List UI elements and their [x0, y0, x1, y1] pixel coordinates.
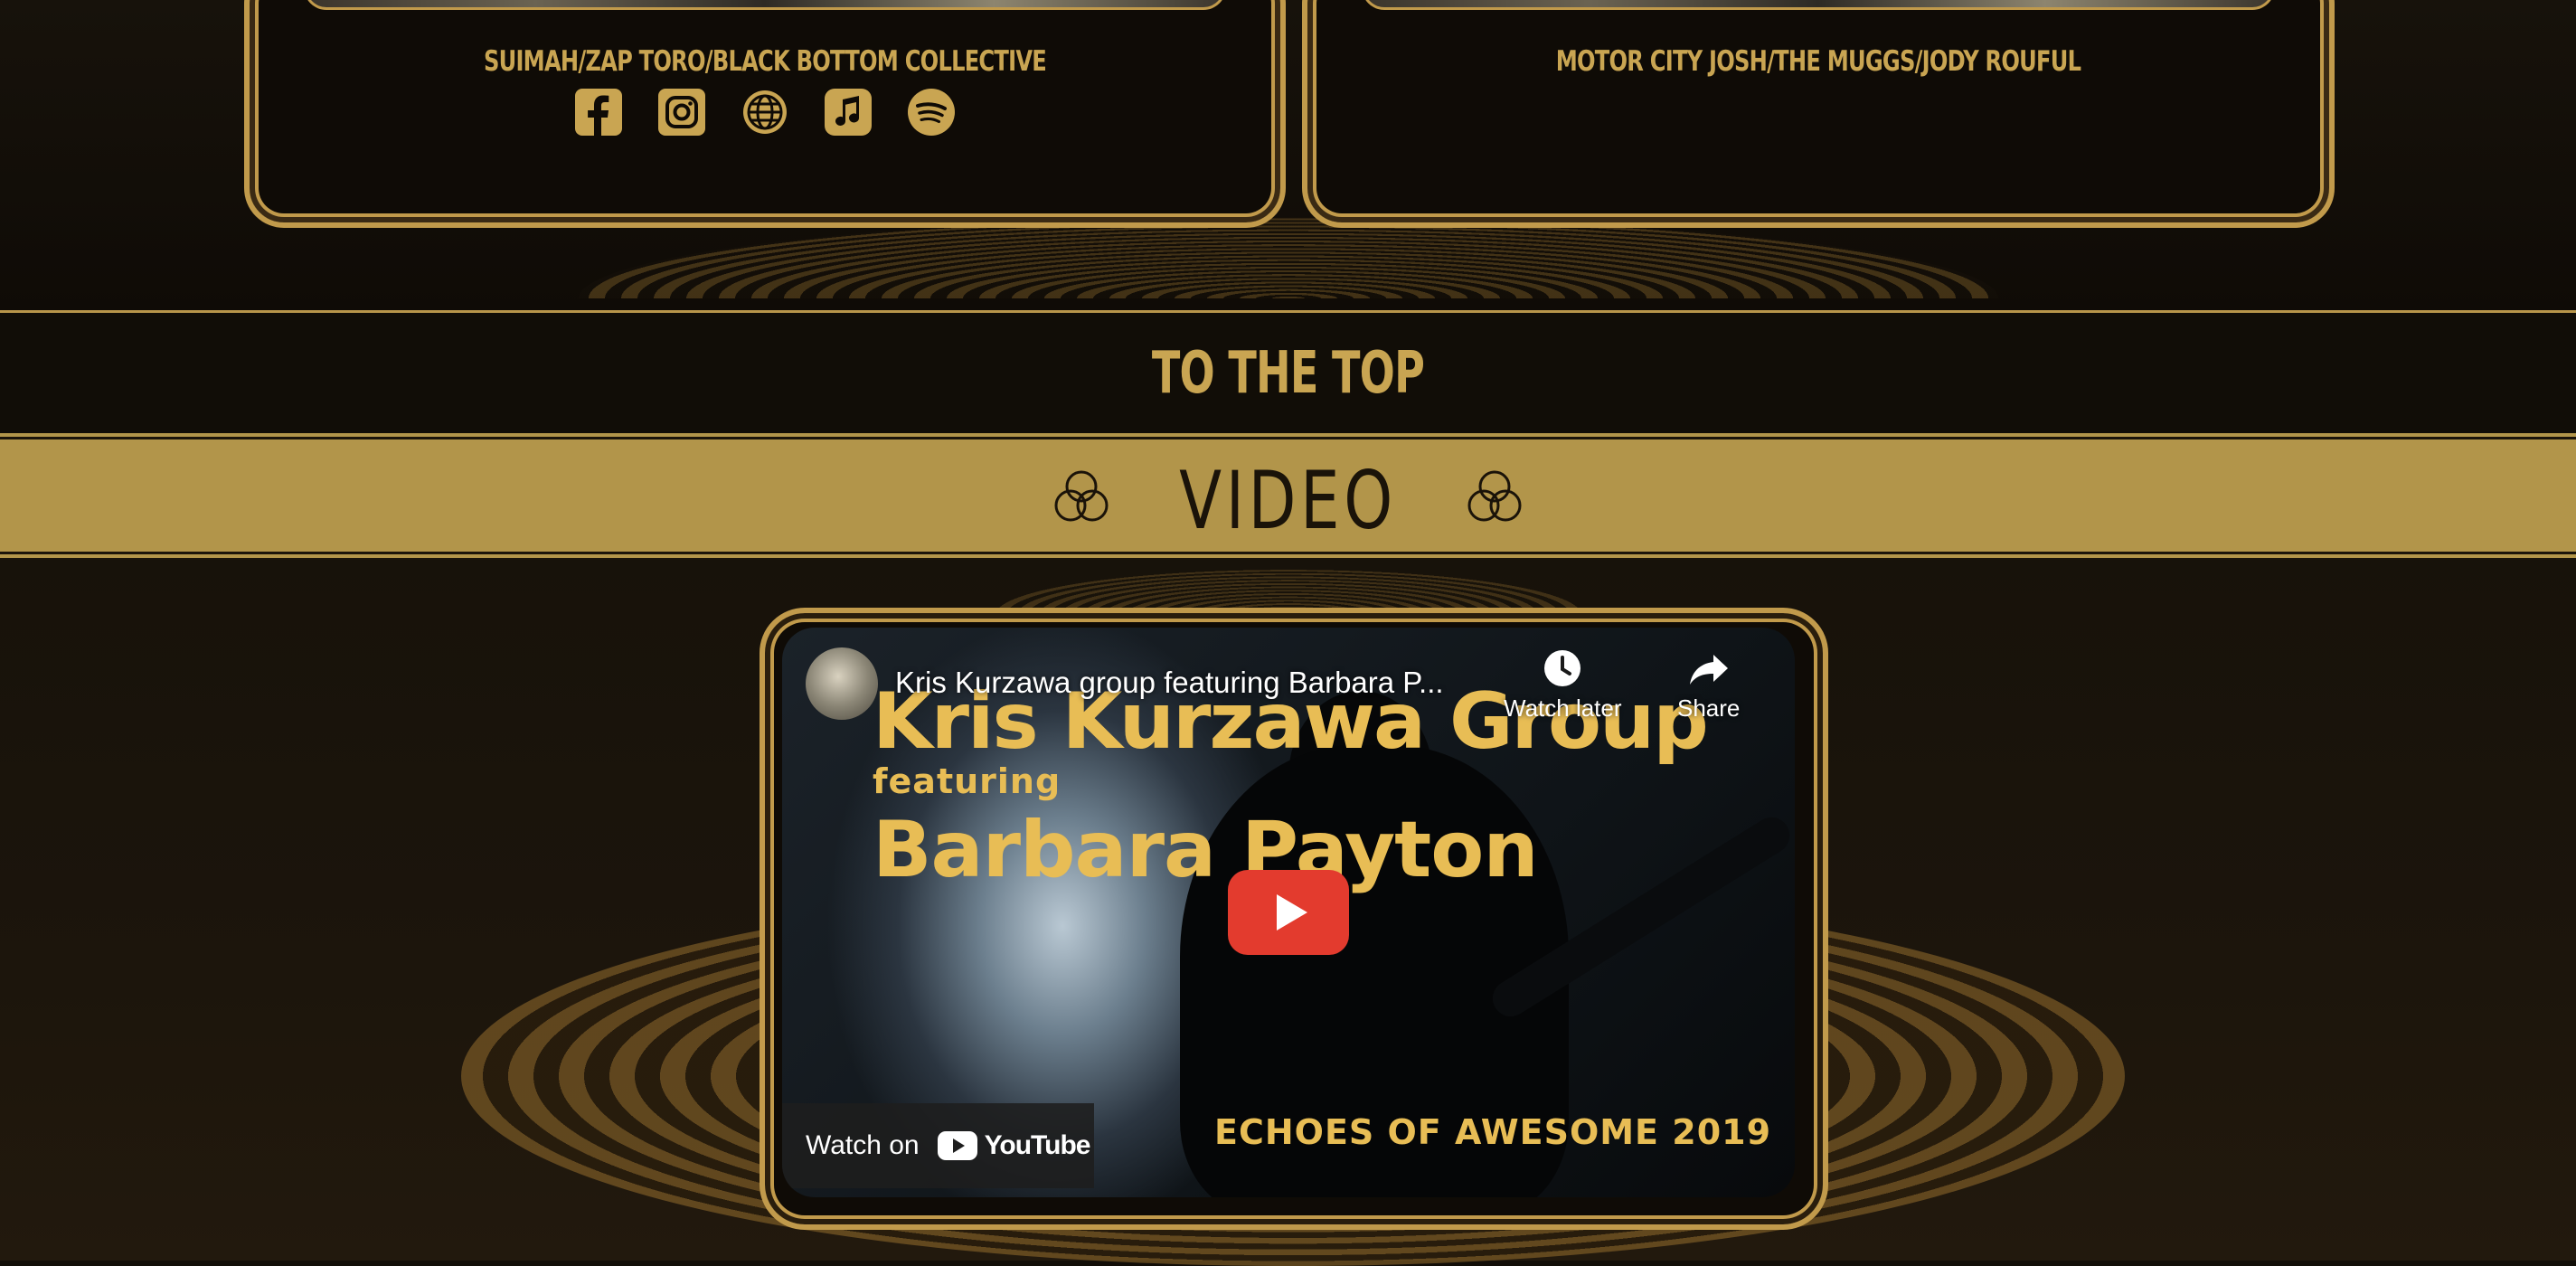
globe-icon[interactable] — [740, 87, 790, 137]
artist-name: SUIMAH/ZAP TORO/BLACK BOTTOM COLLECTIVE — [483, 45, 1047, 78]
watch-later-label: Watch later — [1504, 694, 1622, 722]
to-the-top-link[interactable]: TO THE TOP — [361, 340, 2215, 407]
play-button[interactable] — [1228, 870, 1349, 955]
thumbnail-text: ECHOES OF AWESOME 2019 — [1214, 1112, 1772, 1152]
artist-photo — [1362, 0, 2275, 10]
spotify-icon[interactable] — [906, 87, 957, 137]
artist-card: MOTOR CITY JOSH/THE MUGGS/JODY ROUFUL — [1302, 0, 2335, 228]
youtube-play-icon — [937, 1131, 977, 1160]
artist-card: SUIMAH/ZAP TORO/BLACK BOTTOM COLLECTIVE — [244, 0, 1286, 228]
watch-on-label: Watch on — [806, 1130, 920, 1160]
thumbnail-text: Barbara Payton — [873, 805, 1539, 895]
instagram-icon[interactable] — [656, 87, 707, 137]
share-label: Share — [1677, 694, 1741, 722]
channel-avatar[interactable] — [806, 647, 878, 720]
artist-name: MOTOR CITY JOSH/THE MUGGS/JODY ROUFUL — [1555, 45, 2081, 78]
section-title: VIDEO — [1179, 454, 1397, 547]
social-links — [250, 87, 1280, 137]
thumbnail-text: featuring — [873, 761, 1062, 801]
to-top-bar: TO THE TOP — [0, 310, 2576, 437]
facebook-icon[interactable] — [573, 87, 624, 137]
youtube-logo: YouTube — [937, 1130, 1091, 1161]
share-button[interactable]: Share — [1677, 647, 1740, 723]
section-banner: VIDEO — [0, 437, 2576, 554]
youtube-embed[interactable]: Kris Kurzawa Group featuring Barbara Pay… — [782, 628, 1795, 1197]
watch-on-youtube-button[interactable]: Watch on YouTube — [782, 1103, 1094, 1188]
youtube-brand-text: YouTube — [984, 1130, 1091, 1160]
apple-music-icon[interactable] — [823, 87, 873, 137]
share-arrow-icon — [1689, 655, 1728, 685]
triple-circle-icon — [1467, 470, 1522, 522]
artist-photo — [304, 0, 1226, 10]
video-title-link[interactable]: Kris Kurzawa group featuring Barbara P..… — [895, 666, 1444, 700]
watch-later-button[interactable]: Watch later — [1504, 647, 1622, 723]
play-icon — [1277, 894, 1307, 931]
clock-icon — [1544, 650, 1581, 686]
